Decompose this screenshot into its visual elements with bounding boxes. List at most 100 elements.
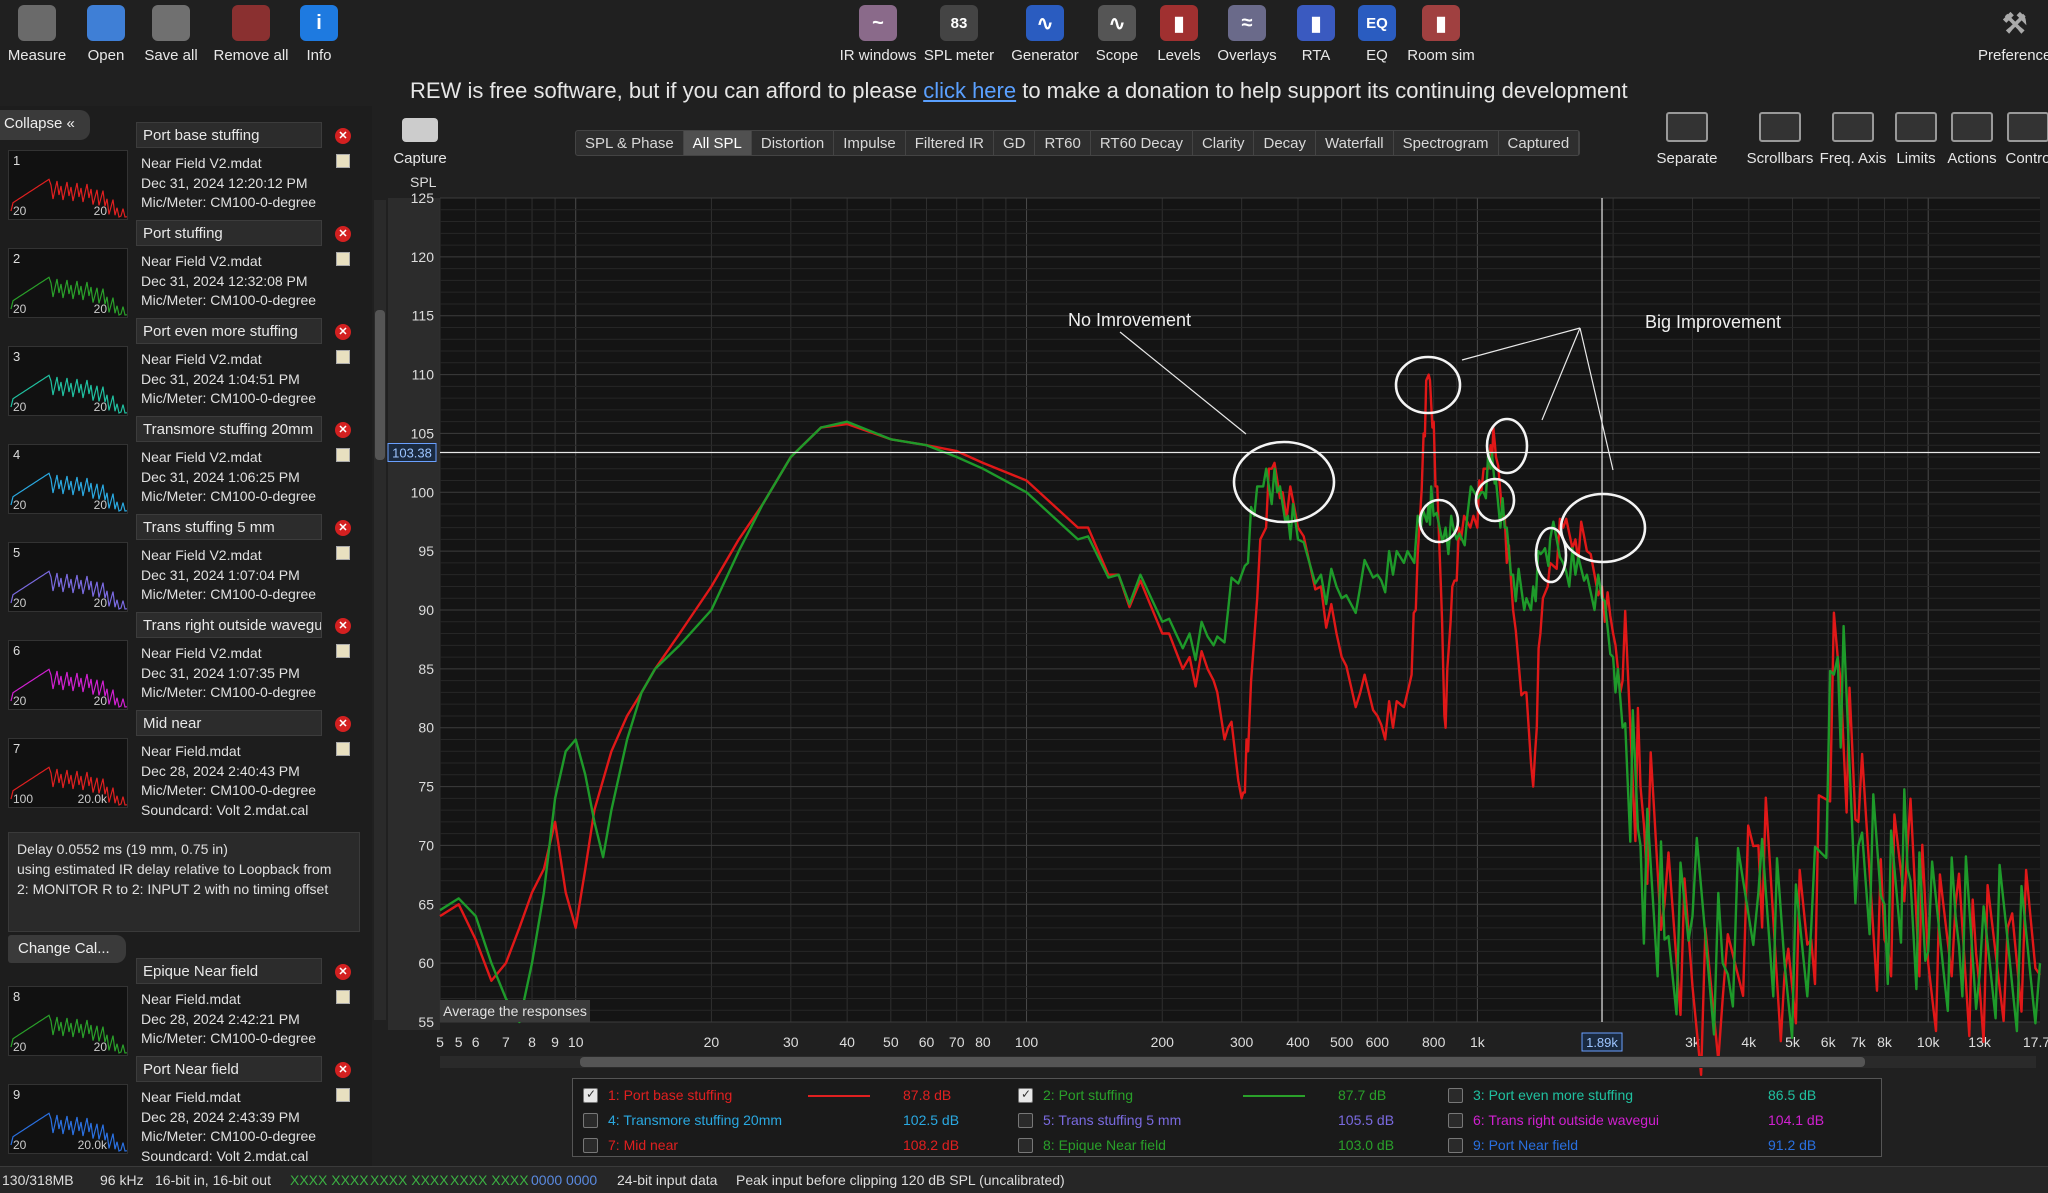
tab-impulse[interactable]: Impulse bbox=[834, 131, 906, 155]
tab-rt60-decay[interactable]: RT60 Decay bbox=[1091, 131, 1193, 155]
ir-windows-button[interactable]: ~ IR windows bbox=[833, 0, 923, 64]
measurement-thumbnail[interactable]: 4 20 20 bbox=[8, 444, 128, 514]
thumbnail-max-label: 20 bbox=[93, 400, 107, 414]
edit-notes-icon[interactable] bbox=[336, 252, 350, 266]
remove-measurement-icon[interactable]: ✕ bbox=[335, 128, 351, 144]
measurement-file: Near Field V2.mdat bbox=[141, 645, 262, 661]
edit-notes-icon[interactable] bbox=[336, 990, 350, 1004]
tab-all-spl[interactable]: All SPL bbox=[683, 131, 752, 155]
controls-button[interactable]: Contro bbox=[1988, 112, 2048, 167]
measurement-item[interactable]: Port base stuffing ✕ 1 20 20 Near Field V2.md… bbox=[0, 122, 372, 220]
change-cal-button[interactable]: Change Cal... bbox=[8, 935, 126, 963]
overlays-icon: ≈ bbox=[1228, 5, 1266, 41]
actions-icon bbox=[1951, 112, 1993, 142]
x-tick-label: 20 bbox=[704, 1034, 720, 1050]
tab-rt60[interactable]: RT60 bbox=[1035, 131, 1091, 155]
measurement-name[interactable]: Port base stuffing bbox=[136, 122, 322, 148]
annotation-big-improvement: Big Improvement bbox=[1645, 312, 1781, 332]
measurement-item[interactable]: Trans stuffing 5 mm ✕ 5 20 20 Near Field V2.m… bbox=[0, 514, 372, 612]
measurement-item[interactable]: Transmore stuffing 20mm ✕ 4 20 20 Near Field … bbox=[0, 416, 372, 514]
tab-distortion[interactable]: Distortion bbox=[752, 131, 835, 155]
tab-captured[interactable]: Captured bbox=[1499, 131, 1580, 155]
donation-link[interactable]: click here bbox=[923, 78, 1016, 103]
measurement-date: Dec 28, 2024 2:43:39 PM bbox=[141, 1108, 300, 1125]
measurement-thumbnail[interactable]: 8 20 20 bbox=[8, 986, 128, 1056]
remove-measurement-icon[interactable]: ✕ bbox=[335, 226, 351, 242]
legend-value: 86.5 dB bbox=[1768, 1087, 1817, 1103]
toolbar-label: Room sim bbox=[1407, 47, 1475, 64]
measurement-item[interactable]: Trans right outside wavegu ✕ 6 20 20 Near Fie… bbox=[0, 612, 372, 710]
measurement-scroll-thumb[interactable] bbox=[375, 310, 385, 460]
spl-meter-button[interactable]: 83 SPL meter bbox=[914, 0, 1004, 64]
frequency-scroll-thumb[interactable] bbox=[580, 1057, 1865, 1067]
tab-gd[interactable]: GD bbox=[994, 131, 1036, 155]
legend-checkbox[interactable] bbox=[1448, 1088, 1463, 1103]
measurement-item[interactable]: Port stuffing ✕ 2 20 20 Near Field V2.mdat Dec… bbox=[0, 220, 372, 318]
remove-measurement-icon[interactable]: ✕ bbox=[335, 716, 351, 732]
legend-checkbox[interactable] bbox=[1018, 1138, 1033, 1153]
measurement-name[interactable]: Epique Near field bbox=[136, 958, 322, 984]
measurement-item[interactable]: Port Near field ✕ 9 20 20.0k Near Field.mdat D… bbox=[0, 1056, 372, 1164]
plot-area[interactable] bbox=[440, 198, 2040, 1022]
tab-spectrogram[interactable]: Spectrogram bbox=[1394, 131, 1499, 155]
measurement-scrollbar[interactable] bbox=[374, 200, 386, 1020]
measurement-thumbnail[interactable]: 3 20 20 bbox=[8, 346, 128, 416]
edit-notes-icon[interactable] bbox=[336, 350, 350, 364]
tab-clarity[interactable]: Clarity bbox=[1193, 131, 1255, 155]
measurement-thumbnail[interactable]: 6 20 20 bbox=[8, 640, 128, 710]
edit-notes-icon[interactable] bbox=[336, 644, 350, 658]
remove-measurement-icon[interactable]: ✕ bbox=[335, 324, 351, 340]
legend-checkbox[interactable] bbox=[583, 1113, 598, 1128]
measurement-thumbnail[interactable]: 7 100 20.0k bbox=[8, 738, 128, 808]
measurement-thumbnail[interactable]: 2 20 20 bbox=[8, 248, 128, 318]
measurement-info: Near Field.mdat Dec 28, 2024 2:43:39 PM Mi… bbox=[141, 1088, 325, 1166]
measurement-name[interactable]: Port stuffing bbox=[136, 220, 322, 246]
measurement-name[interactable]: Transmore stuffing 20mm bbox=[136, 416, 322, 442]
edit-notes-icon[interactable] bbox=[336, 1088, 350, 1102]
measurement-item[interactable]: Port even more stuffing ✕ 3 20 20 Near Field … bbox=[0, 318, 372, 416]
legend-checkbox[interactable] bbox=[1448, 1138, 1463, 1153]
measurement-name[interactable]: Port even more stuffing bbox=[136, 318, 322, 344]
legend-checkbox[interactable] bbox=[583, 1087, 598, 1103]
remove-measurement-icon[interactable]: ✕ bbox=[335, 422, 351, 438]
legend-checkbox[interactable] bbox=[1448, 1113, 1463, 1128]
remove-measurement-icon[interactable]: ✕ bbox=[335, 520, 351, 536]
measurement-item[interactable]: Epique Near field ✕ 8 20 20 Near Field.mdat De… bbox=[0, 958, 372, 1056]
info-button[interactable]: i Info bbox=[279, 0, 359, 64]
edit-notes-icon[interactable] bbox=[336, 546, 350, 560]
tab-filtered-ir[interactable]: Filtered IR bbox=[906, 131, 994, 155]
edit-notes-icon[interactable] bbox=[336, 448, 350, 462]
x-tick-label: 30 bbox=[783, 1034, 799, 1050]
measurement-name[interactable]: Port Near field bbox=[136, 1056, 322, 1082]
x-tick-label: 7k bbox=[1851, 1034, 1867, 1050]
measurement-thumbnail[interactable]: 9 20 20.0k bbox=[8, 1084, 128, 1154]
legend-checkbox[interactable] bbox=[1018, 1087, 1033, 1103]
average-responses-button[interactable] bbox=[440, 1000, 590, 1022]
measurement-thumbnail[interactable]: 1 20 20 bbox=[8, 150, 128, 220]
capture-button[interactable]: Capture bbox=[390, 118, 450, 167]
room-sim-button[interactable]: ▮ Room sim bbox=[1396, 0, 1486, 64]
measurement-name[interactable]: Trans right outside wavegu bbox=[136, 612, 322, 638]
measurement-thumbnail[interactable]: 5 20 20 bbox=[8, 542, 128, 612]
edit-notes-icon[interactable] bbox=[336, 742, 350, 756]
remove-measurement-icon[interactable]: ✕ bbox=[335, 1062, 351, 1078]
separate-button[interactable]: Separate bbox=[1647, 112, 1727, 167]
measurement-item[interactable]: Mid near ✕ 7 100 20.0k Near Field.mdat Dec 28,… bbox=[0, 710, 372, 818]
remove-measurement-icon[interactable]: ✕ bbox=[335, 964, 351, 980]
scope-icon: ∿ bbox=[1098, 5, 1136, 41]
legend-name: 4: Transmore stuffing 20mm bbox=[608, 1112, 783, 1128]
preferences-button[interactable]: ⚒ Preference bbox=[1978, 0, 2048, 65]
tab-spl-phase[interactable]: SPL & Phase bbox=[576, 131, 684, 155]
measurement-info: Near Field V2.mdat Dec 31, 2024 12:20:12 … bbox=[141, 154, 325, 213]
remove-measurement-icon[interactable]: ✕ bbox=[335, 618, 351, 634]
frequency-scrollbar[interactable] bbox=[440, 1056, 2036, 1068]
legend-checkbox[interactable] bbox=[1018, 1113, 1033, 1128]
legend-checkbox[interactable] bbox=[583, 1138, 598, 1153]
tab-decay[interactable]: Decay bbox=[1254, 131, 1317, 155]
measurement-name[interactable]: Mid near bbox=[136, 710, 322, 736]
scrollbars-button[interactable]: Scrollbars bbox=[1740, 112, 1820, 167]
tab-waterfall[interactable]: Waterfall bbox=[1316, 131, 1394, 155]
edit-notes-icon[interactable] bbox=[336, 154, 350, 168]
save-all-button[interactable]: Save all bbox=[131, 0, 211, 64]
measurement-name[interactable]: Trans stuffing 5 mm bbox=[136, 514, 322, 540]
